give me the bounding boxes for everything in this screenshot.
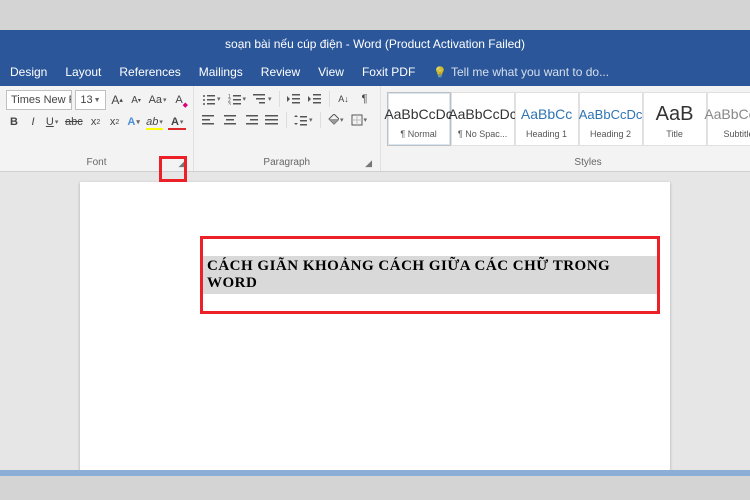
bullets-button[interactable]: ▾ bbox=[200, 90, 223, 108]
style-heading-2[interactable]: AaBbCcDc Heading 2 bbox=[579, 92, 643, 146]
paragraph-group-label: Paragraph ◢ bbox=[198, 154, 376, 171]
ribbon-tabs: Design Layout References Mailings Review… bbox=[0, 58, 750, 86]
annotation-box-text: CÁCH GIÃN KHOẢNG CÁCH GIỮA CÁC CHỮ TRONG… bbox=[200, 236, 660, 314]
tab-design[interactable]: Design bbox=[10, 65, 47, 79]
grow-font-button[interactable]: A▴ bbox=[109, 91, 125, 109]
superscript-button[interactable]: x2 bbox=[107, 113, 123, 131]
borders-button[interactable]: ▾ bbox=[349, 111, 370, 129]
tab-foxit-pdf[interactable]: Foxit PDF bbox=[362, 65, 415, 79]
annotation-box-launcher bbox=[159, 156, 187, 182]
shading-button[interactable]: ▾ bbox=[326, 111, 346, 129]
numbering-button[interactable]: 123▾ bbox=[226, 90, 249, 108]
bottom-accent-bar bbox=[0, 470, 750, 476]
shrink-font-button[interactable]: A▾ bbox=[128, 91, 144, 109]
styles-group-label: Styles ◢ bbox=[385, 154, 750, 171]
align-center-button[interactable] bbox=[221, 111, 239, 129]
text-effects-button[interactable]: A▾ bbox=[126, 113, 142, 131]
style-title[interactable]: AaB Title bbox=[643, 92, 707, 146]
chevron-down-icon: ▼ bbox=[94, 97, 101, 104]
bold-button[interactable]: B bbox=[6, 113, 22, 131]
tab-layout[interactable]: Layout bbox=[65, 65, 101, 79]
window-title: soạn bài nếu cúp điện - Word (Product Ac… bbox=[225, 37, 525, 51]
style-heading-1[interactable]: AaBbCc Heading 1 bbox=[515, 92, 579, 146]
multilevel-list-button[interactable]: ▾ bbox=[251, 90, 274, 108]
clear-formatting-button[interactable]: A◆ bbox=[171, 91, 187, 109]
style-subtitle[interactable]: AaBbCcDc Subtitle bbox=[707, 92, 750, 146]
increase-indent-button[interactable] bbox=[306, 90, 324, 108]
sort-button[interactable]: A↓ bbox=[335, 90, 353, 108]
separator bbox=[279, 91, 280, 107]
paragraph-group: ▾ 123▾ ▾ A↓ ¶ ▾ bbox=[194, 86, 381, 171]
bulb-icon: 💡 bbox=[433, 66, 447, 79]
change-case-button[interactable]: Aa▾ bbox=[147, 91, 168, 109]
tab-mailings[interactable]: Mailings bbox=[199, 65, 243, 79]
style-normal[interactable]: AaBbCcDc ¶ Normal bbox=[387, 92, 451, 146]
separator bbox=[329, 91, 330, 107]
paragraph-dialog-launcher[interactable]: ◢ bbox=[364, 158, 374, 168]
tab-review[interactable]: Review bbox=[261, 65, 300, 79]
style-no-spacing[interactable]: AaBbCcDc ¶ No Spac... bbox=[451, 92, 515, 146]
tab-references[interactable]: References bbox=[119, 65, 180, 79]
highlight-button[interactable]: ab▾ bbox=[145, 113, 165, 131]
title-bar: soạn bài nếu cúp điện - Word (Product Ac… bbox=[0, 30, 750, 58]
font-size-combo[interactable]: 13▼ bbox=[75, 90, 106, 110]
decrease-indent-button[interactable] bbox=[285, 90, 303, 108]
align-right-button[interactable] bbox=[242, 111, 260, 129]
selected-text[interactable]: CÁCH GIÃN KHOẢNG CÁCH GIỮA CÁC CHỮ TRONG… bbox=[203, 256, 657, 294]
ribbon: Times New Ro▼ 13▼ A▴ A▾ Aa▾ A◆ B I U▾ ab… bbox=[0, 86, 750, 172]
justify-button[interactable] bbox=[263, 111, 281, 129]
align-left-button[interactable] bbox=[200, 111, 218, 129]
tell-me-search[interactable]: 💡 Tell me what you want to do... bbox=[433, 65, 609, 79]
styles-group: AaBbCcDc ¶ Normal AaBbCcDc ¶ No Spac... … bbox=[381, 86, 750, 171]
underline-button[interactable]: U▾ bbox=[44, 113, 60, 131]
document-area[interactable] bbox=[0, 172, 750, 470]
font-color-button[interactable]: A▾ bbox=[167, 113, 187, 131]
subscript-button[interactable]: x2 bbox=[88, 113, 104, 131]
font-name-combo[interactable]: Times New Ro▼ bbox=[6, 90, 72, 110]
page[interactable] bbox=[80, 182, 670, 470]
tab-view[interactable]: View bbox=[318, 65, 344, 79]
line-spacing-button[interactable]: ▾ bbox=[292, 111, 315, 129]
separator bbox=[320, 112, 321, 128]
svg-text:3: 3 bbox=[228, 102, 231, 105]
show-hide-button[interactable]: ¶ bbox=[356, 90, 374, 108]
italic-button[interactable]: I bbox=[25, 113, 41, 131]
styles-gallery: AaBbCcDc ¶ Normal AaBbCcDc ¶ No Spac... … bbox=[387, 92, 750, 146]
separator bbox=[286, 112, 287, 128]
strikethrough-button[interactable]: abc bbox=[63, 113, 84, 131]
